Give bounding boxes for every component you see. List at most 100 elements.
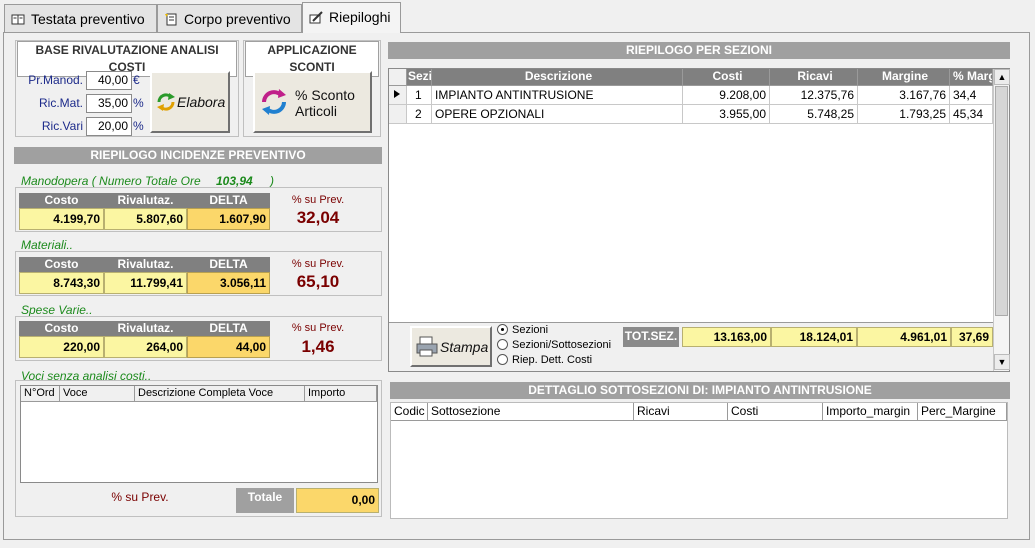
tot-sez-label: TOT.SEZ.	[623, 327, 679, 347]
spese-rival-value: 264,00	[104, 336, 187, 358]
edit-icon	[309, 11, 323, 24]
tab-label: Testata preventivo	[31, 11, 145, 27]
ric-mat-unit: %	[133, 96, 144, 110]
sezioni-scrollbar[interactable]: ▲ ▼	[993, 69, 1010, 371]
sezioni-col-ricavi[interactable]: Ricavi	[770, 69, 858, 86]
manodopera-rival-header: Rivalutaz.	[104, 193, 187, 208]
materiali-pct-value: 65,10	[296, 272, 340, 291]
elabora-button[interactable]: Elabora	[150, 71, 230, 133]
current-row-arrow-icon	[394, 90, 400, 98]
spese-varie-label: Spese Varie..	[21, 303, 93, 317]
voci-col-voce[interactable]: Voce	[60, 386, 135, 402]
spese-rival-header: Rivalutaz.	[104, 321, 187, 336]
manodopera-pct-label: % su Prev.	[291, 194, 345, 206]
ric-vari-input[interactable]: 20,00	[86, 117, 132, 136]
manodopera-label: Manodopera ( Numero Totale Ore 103,94 )	[21, 174, 275, 188]
materiali-label: Materiali..	[21, 238, 74, 252]
radio-sezioni[interactable]: Sezioni	[497, 324, 548, 336]
stampa-label: Stampa	[440, 339, 489, 355]
book-icon	[11, 14, 25, 25]
dettaglio-grid[interactable]: Codic Sottosezione Ricavi Costi Importo_…	[390, 402, 1008, 519]
radio-sezioni-sottosezioni[interactable]: Sezioni/Sottosezioni	[497, 339, 611, 351]
spese-pct-label: % su Prev.	[291, 322, 345, 334]
materiali-costo-value: 8.743,30	[19, 272, 104, 294]
ric-vari-label: Ric.Vari	[41, 119, 83, 133]
sezioni-col-costi[interactable]: Costi	[683, 69, 770, 86]
pr-manod-input[interactable]: 40,00	[86, 71, 132, 90]
sezioni-row-1-margine[interactable]: 3.167,76	[858, 86, 950, 105]
materiali-rival-header: Rivalutaz.	[104, 257, 187, 272]
totale-value: 0,00	[296, 488, 379, 513]
riepilogo-incidenze-header: RIEPILOGO INCIDENZE PREVENTIVO	[14, 147, 382, 164]
materiali-rival-value: 11.799,41	[104, 272, 187, 294]
sezioni-row-1-perc[interactable]: 34,4	[950, 86, 993, 105]
spese-delta-header: DELTA	[187, 321, 270, 336]
sezioni-col-sez[interactable]: Sezio	[407, 69, 432, 86]
sezioni-row-1-sez[interactable]: 1	[407, 86, 432, 105]
manodopera-costo-header: Costo	[19, 193, 104, 208]
stampa-button[interactable]: Stampa	[410, 326, 492, 367]
ric-mat-input[interactable]: 35,00	[86, 94, 132, 113]
tot-sez-perc: 37,69	[951, 327, 993, 347]
printer-icon	[416, 336, 438, 357]
document-icon	[165, 13, 177, 26]
sezioni-row-selector[interactable]	[389, 86, 407, 105]
dettaglio-col-codic[interactable]: Codic	[391, 403, 428, 421]
materiali-costo-header: Costo	[19, 257, 104, 272]
radio-empty-icon	[497, 339, 508, 350]
voci-col-importo[interactable]: Importo	[305, 386, 377, 402]
spese-pct-value: 1,46	[301, 337, 335, 356]
sconto-articoli-button[interactable]: % Sconto Articoli	[253, 71, 372, 133]
voci-col-nord[interactable]: N°Ord	[21, 386, 60, 402]
tab-label: Corpo preventivo	[184, 11, 291, 27]
dettaglio-col-importo-margin[interactable]: Importo_margin	[823, 403, 918, 421]
spese-delta-value: 44,00	[187, 336, 270, 358]
sezioni-row-2-costi[interactable]: 3.955,00	[683, 105, 770, 124]
scroll-thumb[interactable]	[995, 86, 1008, 316]
pr-manod-label: Pr.Manod.	[28, 73, 83, 87]
manodopera-rival-value: 5.807,60	[104, 208, 187, 230]
dettaglio-col-perc-margine[interactable]: Perc_Margine	[918, 403, 1007, 421]
spese-costo-header: Costo	[19, 321, 104, 336]
sezioni-col-margine[interactable]: Margine	[858, 69, 950, 86]
dettaglio-col-ricavi[interactable]: Ricavi	[634, 403, 728, 421]
tab-riepiloghi[interactable]: Riepiloghi	[302, 2, 401, 33]
sezioni-row-2-ricavi[interactable]: 5.748,25	[770, 105, 858, 124]
sezioni-row-2-sez[interactable]: 2	[407, 105, 432, 124]
manodopera-delta-header: DELTA	[187, 193, 270, 208]
sezioni-row-2-desc[interactable]: OPERE OPZIONALI	[432, 105, 683, 124]
sezioni-row-1-ricavi[interactable]: 12.375,76	[770, 86, 858, 105]
sezioni-col-descrizione[interactable]: Descrizione	[432, 69, 683, 86]
ric-mat-label: Ric.Mat.	[38, 96, 83, 110]
radio-selected-icon	[497, 324, 508, 335]
sconto-label-line1: % Sconto	[295, 87, 355, 103]
materiali-delta-header: DELTA	[187, 257, 270, 272]
manodopera-pct-value: 32,04	[296, 208, 340, 227]
spese-costo-value: 220,00	[19, 336, 104, 358]
materiali-delta-value: 3.056,11	[187, 272, 270, 294]
scroll-down-button[interactable]: ▼	[994, 354, 1010, 370]
voci-pct-label: % su Prev.	[111, 490, 169, 504]
riepilogo-sezioni-header: RIEPILOGO PER SEZIONI	[388, 42, 1010, 59]
tab-corpo-preventivo[interactable]: Corpo preventivo	[157, 4, 302, 32]
dettaglio-col-sottosezione[interactable]: Sottosezione	[428, 403, 634, 421]
sezioni-row-selector[interactable]	[389, 105, 407, 124]
voci-grid[interactable]: N°Ord Voce Descrizione Completa Voce Imp…	[20, 385, 378, 483]
sezioni-row-1-costi[interactable]: 9.208,00	[683, 86, 770, 105]
sezioni-col-perc[interactable]: % Marg	[950, 69, 993, 86]
sezioni-row-2-margine[interactable]: 1.793,25	[858, 105, 950, 124]
tab-testata-preventivo[interactable]: Testata preventivo	[4, 4, 157, 32]
radio-riep-dett-costi[interactable]: Riep. Dett. Costi	[497, 354, 592, 366]
sezioni-row-1-desc[interactable]: IMPIANTO ANTINTRUSIONE	[432, 86, 683, 105]
scroll-up-button[interactable]: ▲	[994, 69, 1010, 85]
refresh-icon	[157, 93, 175, 111]
sezioni-row-2-perc[interactable]: 45,34	[950, 105, 993, 124]
dettaglio-col-costi[interactable]: Costi	[728, 403, 823, 421]
manodopera-costo-value: 4.199,70	[19, 208, 104, 230]
voci-col-descrizione[interactable]: Descrizione Completa Voce	[135, 386, 305, 402]
totale-label: Totale	[236, 488, 294, 513]
sezioni-rowheader-corner	[389, 69, 407, 86]
pr-manod-unit: €	[133, 73, 140, 87]
manodopera-delta-value: 1.607,90	[187, 208, 270, 230]
tot-sez-margine: 4.961,01	[857, 327, 951, 347]
